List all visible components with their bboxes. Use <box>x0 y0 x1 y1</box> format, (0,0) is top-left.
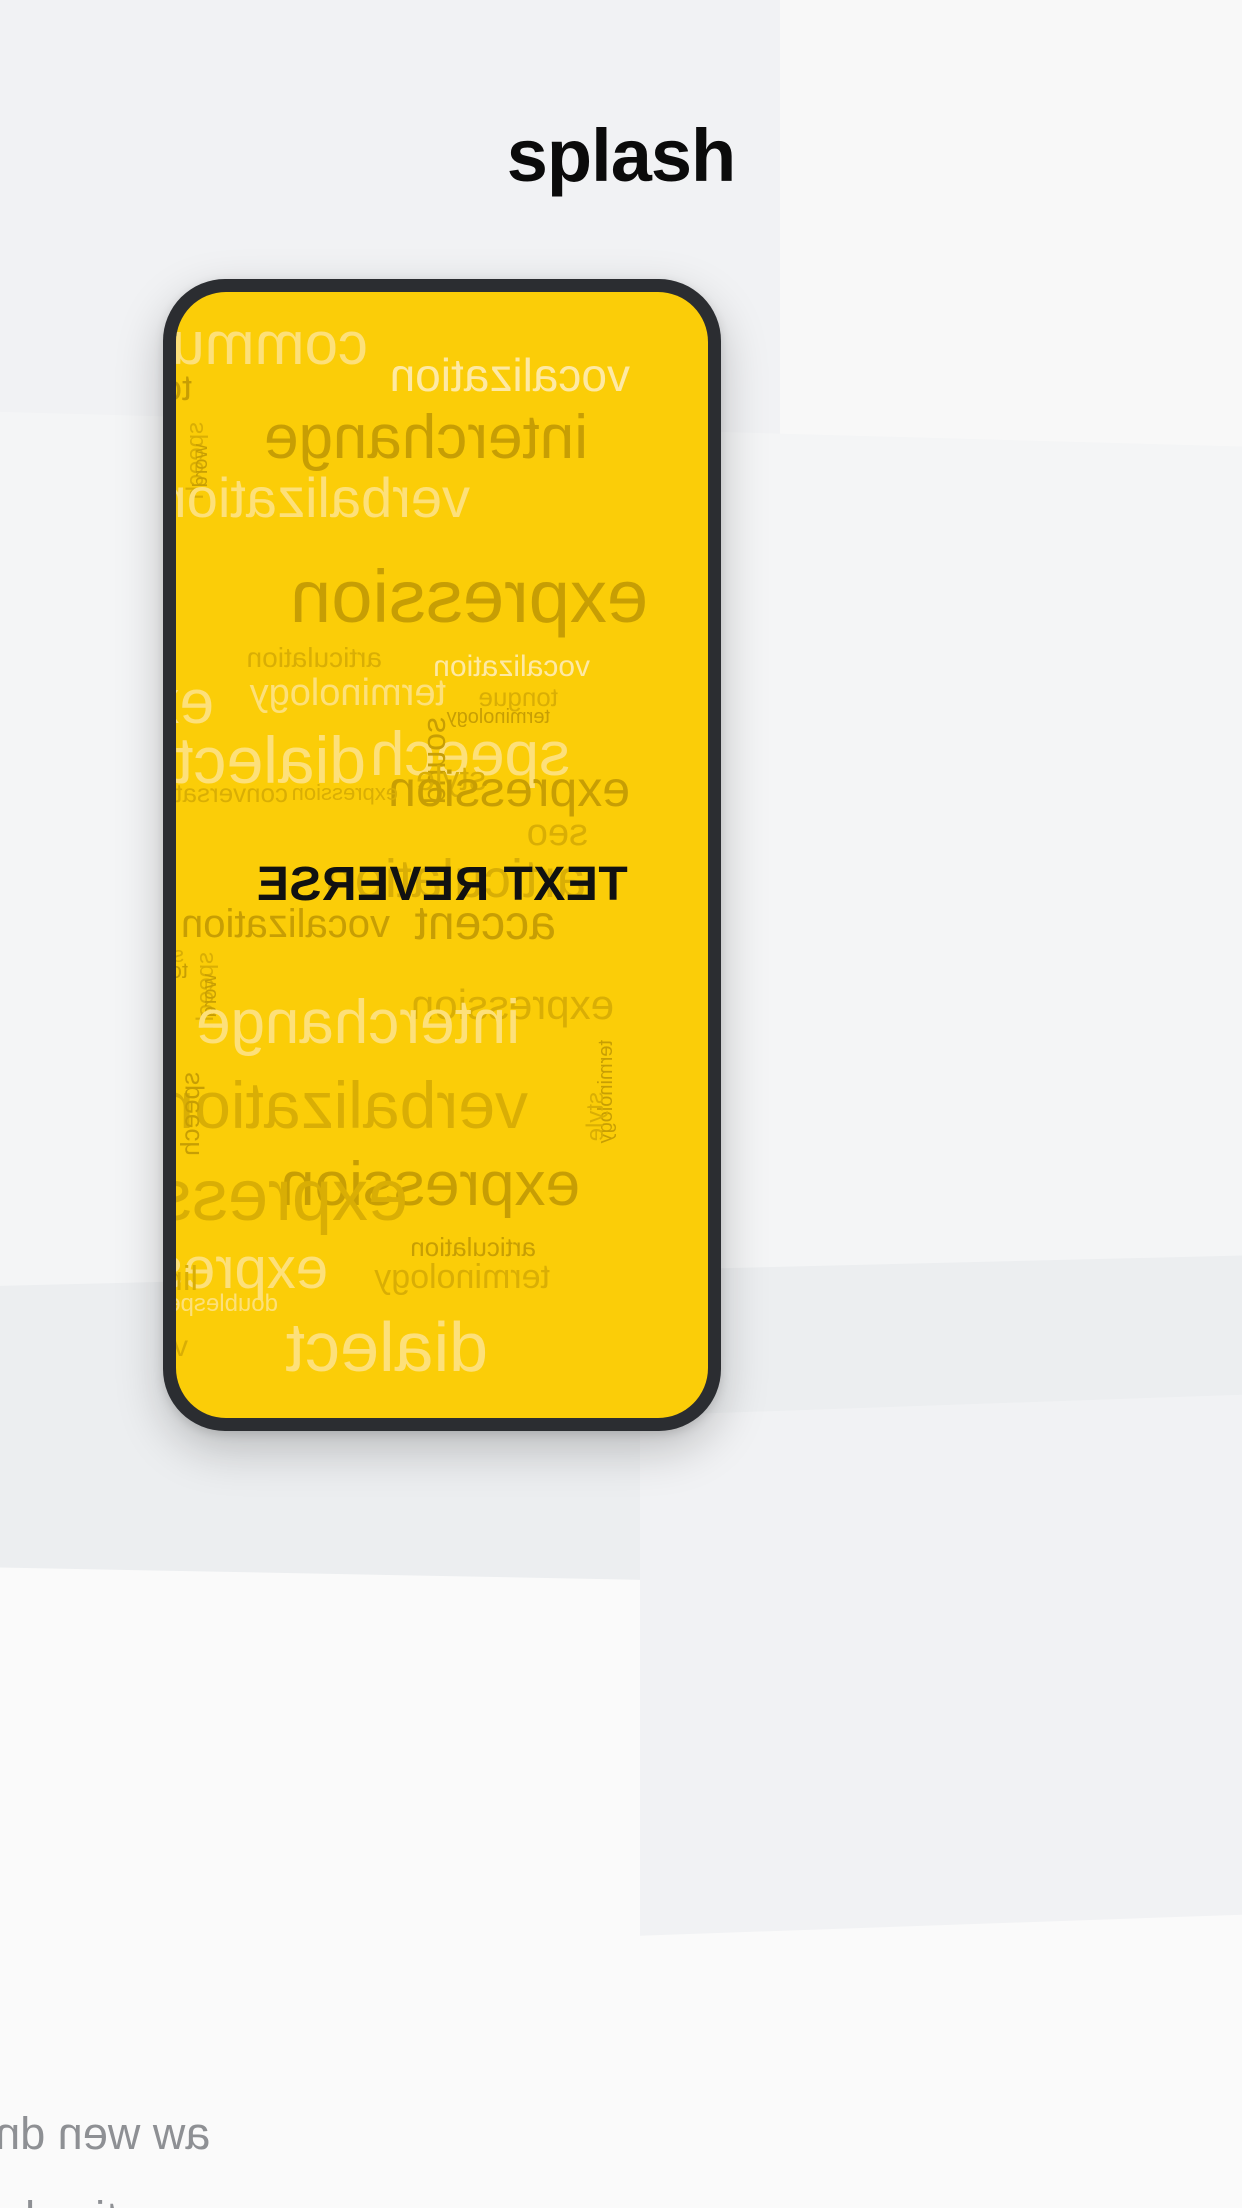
right-paragraph-line: ot syaw <box>1122 1560 1242 1635</box>
cloud-word: seo <box>526 812 588 854</box>
right-paragraph-line: .loot m <box>1122 1335 1242 1410</box>
cloud-word: articulation <box>246 642 382 673</box>
cloud-word: terminology <box>374 1258 550 1296</box>
cloud-word: expression <box>176 1156 408 1236</box>
cloud-word: vocalization <box>433 650 590 683</box>
cloud-word: interchange <box>263 403 588 472</box>
cloud-word: tongue <box>176 958 188 983</box>
left-paragraph-line: dna syasse <box>0 549 130 620</box>
cloud-word: tongue <box>176 367 192 408</box>
cloud-word: verbalization <box>176 466 470 529</box>
left-paragraph-line: rhparap ruo esU <box>0 691 130 762</box>
bottom-paragraph-line: si tI .so <box>0 1924 900 2008</box>
cloud-word: style <box>582 1092 609 1142</box>
left-paragraph-line: na na sa desu <box>0 265 130 336</box>
left-mirrored-paragraph: na na sa desu w elgnis ro rhp sserpxe ot… <box>0 265 130 762</box>
cloud-word: expression <box>290 555 648 638</box>
bottom-mirrored-paragraph: siraigal si tI .so etnes ,ses aw wen dni… <box>0 1840 900 2208</box>
right-paragraph-line: osla <box>1122 1410 1242 1485</box>
cloud-word: interchange <box>195 988 520 1057</box>
cloud-word: communication <box>176 310 368 377</box>
left-paragraph-line: w elgnis ro <box>0 336 130 407</box>
bottom-paragraph-line: aw wen dnif ot desu neeb <box>0 2108 211 2159</box>
cloud-word: articulation <box>410 1232 536 1262</box>
left-paragraph-line: ys htiw sdrow <box>0 620 130 691</box>
cloud-word: doublespeak <box>176 1290 278 1317</box>
bottom-paragraph-line: etnes ,ses <box>0 2008 900 2092</box>
word-cloud-background: communicationvocalizationterminologytong… <box>176 292 708 1418</box>
phone-mockup: communicationvocalizationterminologytong… <box>163 279 721 1431</box>
cloud-word: expression <box>291 780 398 805</box>
left-paragraph-line: rhp sserpxe <box>0 407 130 478</box>
bottom-paragraph-line: sti selcitra dna syasse <box>0 2176 900 2208</box>
cloud-word: conversation <box>176 778 288 808</box>
right-paragraph-line: osla <box>1122 1635 1242 1710</box>
cloud-word: terminology <box>249 672 446 714</box>
right-paragraph-line: etir <box>1122 1710 1242 1785</box>
phone-screen[interactable]: communicationvocalizationterminologytong… <box>176 292 708 1418</box>
right-paragraph-line: secn <box>1122 1485 1242 1560</box>
cloud-word: speech <box>176 1072 205 1156</box>
bottom-paragraph-line: siraigal <box>0 1840 900 1924</box>
cloud-word: dialect <box>285 1308 488 1386</box>
right-mirrored-paragraph: .loot m osla secn ot syaw osla etir <box>1122 1335 1242 1785</box>
cloud-word: vocalization <box>389 349 630 401</box>
page-title: splash <box>506 114 736 197</box>
left-paragraph-line: ot desu neeb <box>0 478 130 549</box>
cloud-word: vocalization <box>176 1330 188 1363</box>
splash-headline: TEXT REVERSE <box>256 858 628 911</box>
cloud-word: verbalization <box>176 1068 528 1142</box>
cloud-word: expression <box>388 761 630 817</box>
